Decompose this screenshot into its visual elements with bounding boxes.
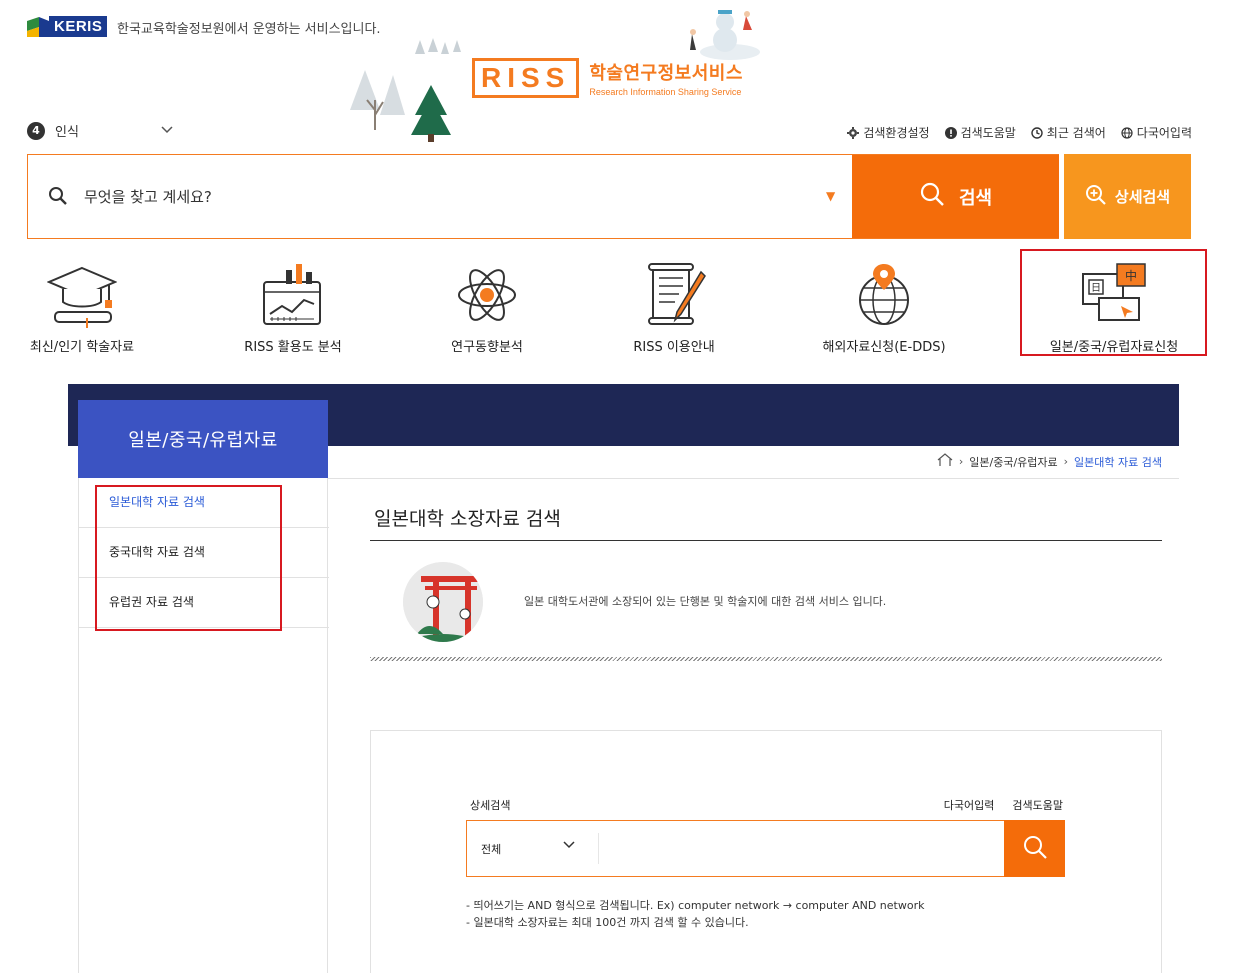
service-name-en: Research Information Sharing Service	[589, 87, 742, 97]
breadcrumb-level1[interactable]: 일본/중국/유럽자료	[969, 454, 1057, 470]
multilingual-input-link[interactable]: 다국어입력	[1121, 124, 1192, 141]
chevron-right-icon: ›	[1063, 455, 1069, 468]
advanced-search-label: 상세검색	[470, 799, 511, 812]
service-name: 학술연구정보서비스	[589, 63, 743, 84]
divider	[328, 478, 1179, 479]
globe-icon	[1121, 126, 1133, 139]
keris-mark-icon	[27, 16, 49, 37]
winter-tree-illustration-icon	[350, 38, 461, 142]
main-search-input[interactable]	[84, 183, 784, 211]
page-title: 일본대학 소장자료 검색	[374, 508, 561, 530]
highlight-box-lnb	[95, 485, 282, 631]
highlight-box-quick-menu	[1020, 249, 1207, 356]
japan-search-bar: 전체	[466, 820, 1065, 877]
quick-menu-usage-analysis[interactable]: RISS 활용도 분석	[198, 262, 388, 355]
chevron-down-icon	[161, 123, 173, 137]
accessibility-select[interactable]: 4 인식	[27, 121, 177, 140]
quick-menu-overseas-request[interactable]: 해외자료신청(E-DDS)	[789, 262, 979, 355]
intro-description: 일본 대학도서관에 소장되어 있는 단행본 및 학술지에 대한 검색 서비스 입…	[524, 595, 887, 608]
chevron-down-icon[interactable]	[563, 839, 575, 852]
lnb-title: 일본/중국/유럽자료	[78, 400, 328, 478]
note-line: - 띄어쓰기는 AND 형식으로 검색됩니다. Ex) computer net…	[466, 899, 925, 912]
snowman-illustration-icon	[690, 10, 760, 60]
breadcrumb-current: 일본대학 자료 검색	[1074, 455, 1162, 469]
search-icon	[1022, 834, 1048, 863]
globe-pin-icon	[859, 264, 909, 325]
main-search-button[interactable]: 검색	[852, 155, 1059, 238]
advanced-search-button[interactable]: 상세검색	[1064, 154, 1191, 239]
accessibility-label: 인식	[55, 125, 79, 140]
gear-icon	[847, 126, 860, 139]
search-settings-link[interactable]: 검색환경설정	[847, 124, 930, 141]
japan-search-button[interactable]	[1004, 820, 1065, 877]
search-icon	[919, 181, 945, 212]
info-icon	[944, 126, 957, 139]
zoom-plus-icon	[1085, 184, 1107, 210]
riss-logo-mark: RISS	[472, 58, 580, 98]
torii-gate-illustration-icon	[403, 562, 483, 642]
search-options-caret-icon[interactable]: ▼	[826, 189, 835, 203]
riss-logo[interactable]: RISS 학술연구정보서비스 Research Information Shar…	[472, 58, 743, 98]
quick-menu-riss-guide[interactable]: RISS 이용안내	[579, 262, 769, 355]
guide-scroll-icon	[648, 263, 706, 325]
decorative-divider	[370, 657, 1162, 661]
recent-searches-link[interactable]: 최근 검색어	[1031, 124, 1106, 141]
multilingual-input-link[interactable]: 다국어입력	[944, 797, 995, 813]
search-notes: - 띄어쓰기는 AND 형식으로 검색됩니다. Ex) computer net…	[466, 897, 924, 931]
search-icon	[48, 186, 68, 210]
main-search-bar: ▼ 검색	[27, 154, 1059, 239]
note-line: - 일본대학 소장자료는 최대 100건 까지 검색 할 수 있습니다.	[466, 916, 749, 929]
keris-logo[interactable]: KERIS	[27, 16, 108, 37]
search-help-link[interactable]: 검색도움말	[1012, 797, 1063, 813]
breadcrumb: › 일본/중국/유럽자료 › 일본대학 자료 검색	[937, 453, 1162, 470]
utility-links: 검색환경설정 검색도움말 최근 검색어 다국어입력	[847, 124, 1192, 141]
accessibility-badge: 4	[27, 121, 45, 140]
divider	[598, 833, 599, 864]
chevron-right-icon: ›	[958, 455, 964, 468]
org-description: 한국교육학술정보원에서 운영하는 서비스입니다.	[117, 22, 381, 37]
scope-select[interactable]: 전체	[481, 841, 501, 857]
search-panel-links: 다국어입력 검색도움말	[944, 797, 1063, 813]
home-icon[interactable]	[937, 453, 953, 470]
japan-search-input[interactable]	[607, 835, 997, 863]
atom-icon	[458, 269, 516, 321]
analytics-chart-icon	[263, 264, 321, 325]
keris-logo-text: KERIS	[49, 16, 108, 37]
quick-menu-research-trend[interactable]: 연구동향분석	[392, 262, 582, 355]
graduation-cap-icon	[47, 266, 117, 328]
clock-icon	[1031, 126, 1043, 139]
search-help-link[interactable]: 검색도움말	[944, 124, 1016, 141]
quick-menu-latest-popular[interactable]: 최신/인기 학술자료	[0, 262, 177, 355]
title-divider	[370, 540, 1162, 541]
